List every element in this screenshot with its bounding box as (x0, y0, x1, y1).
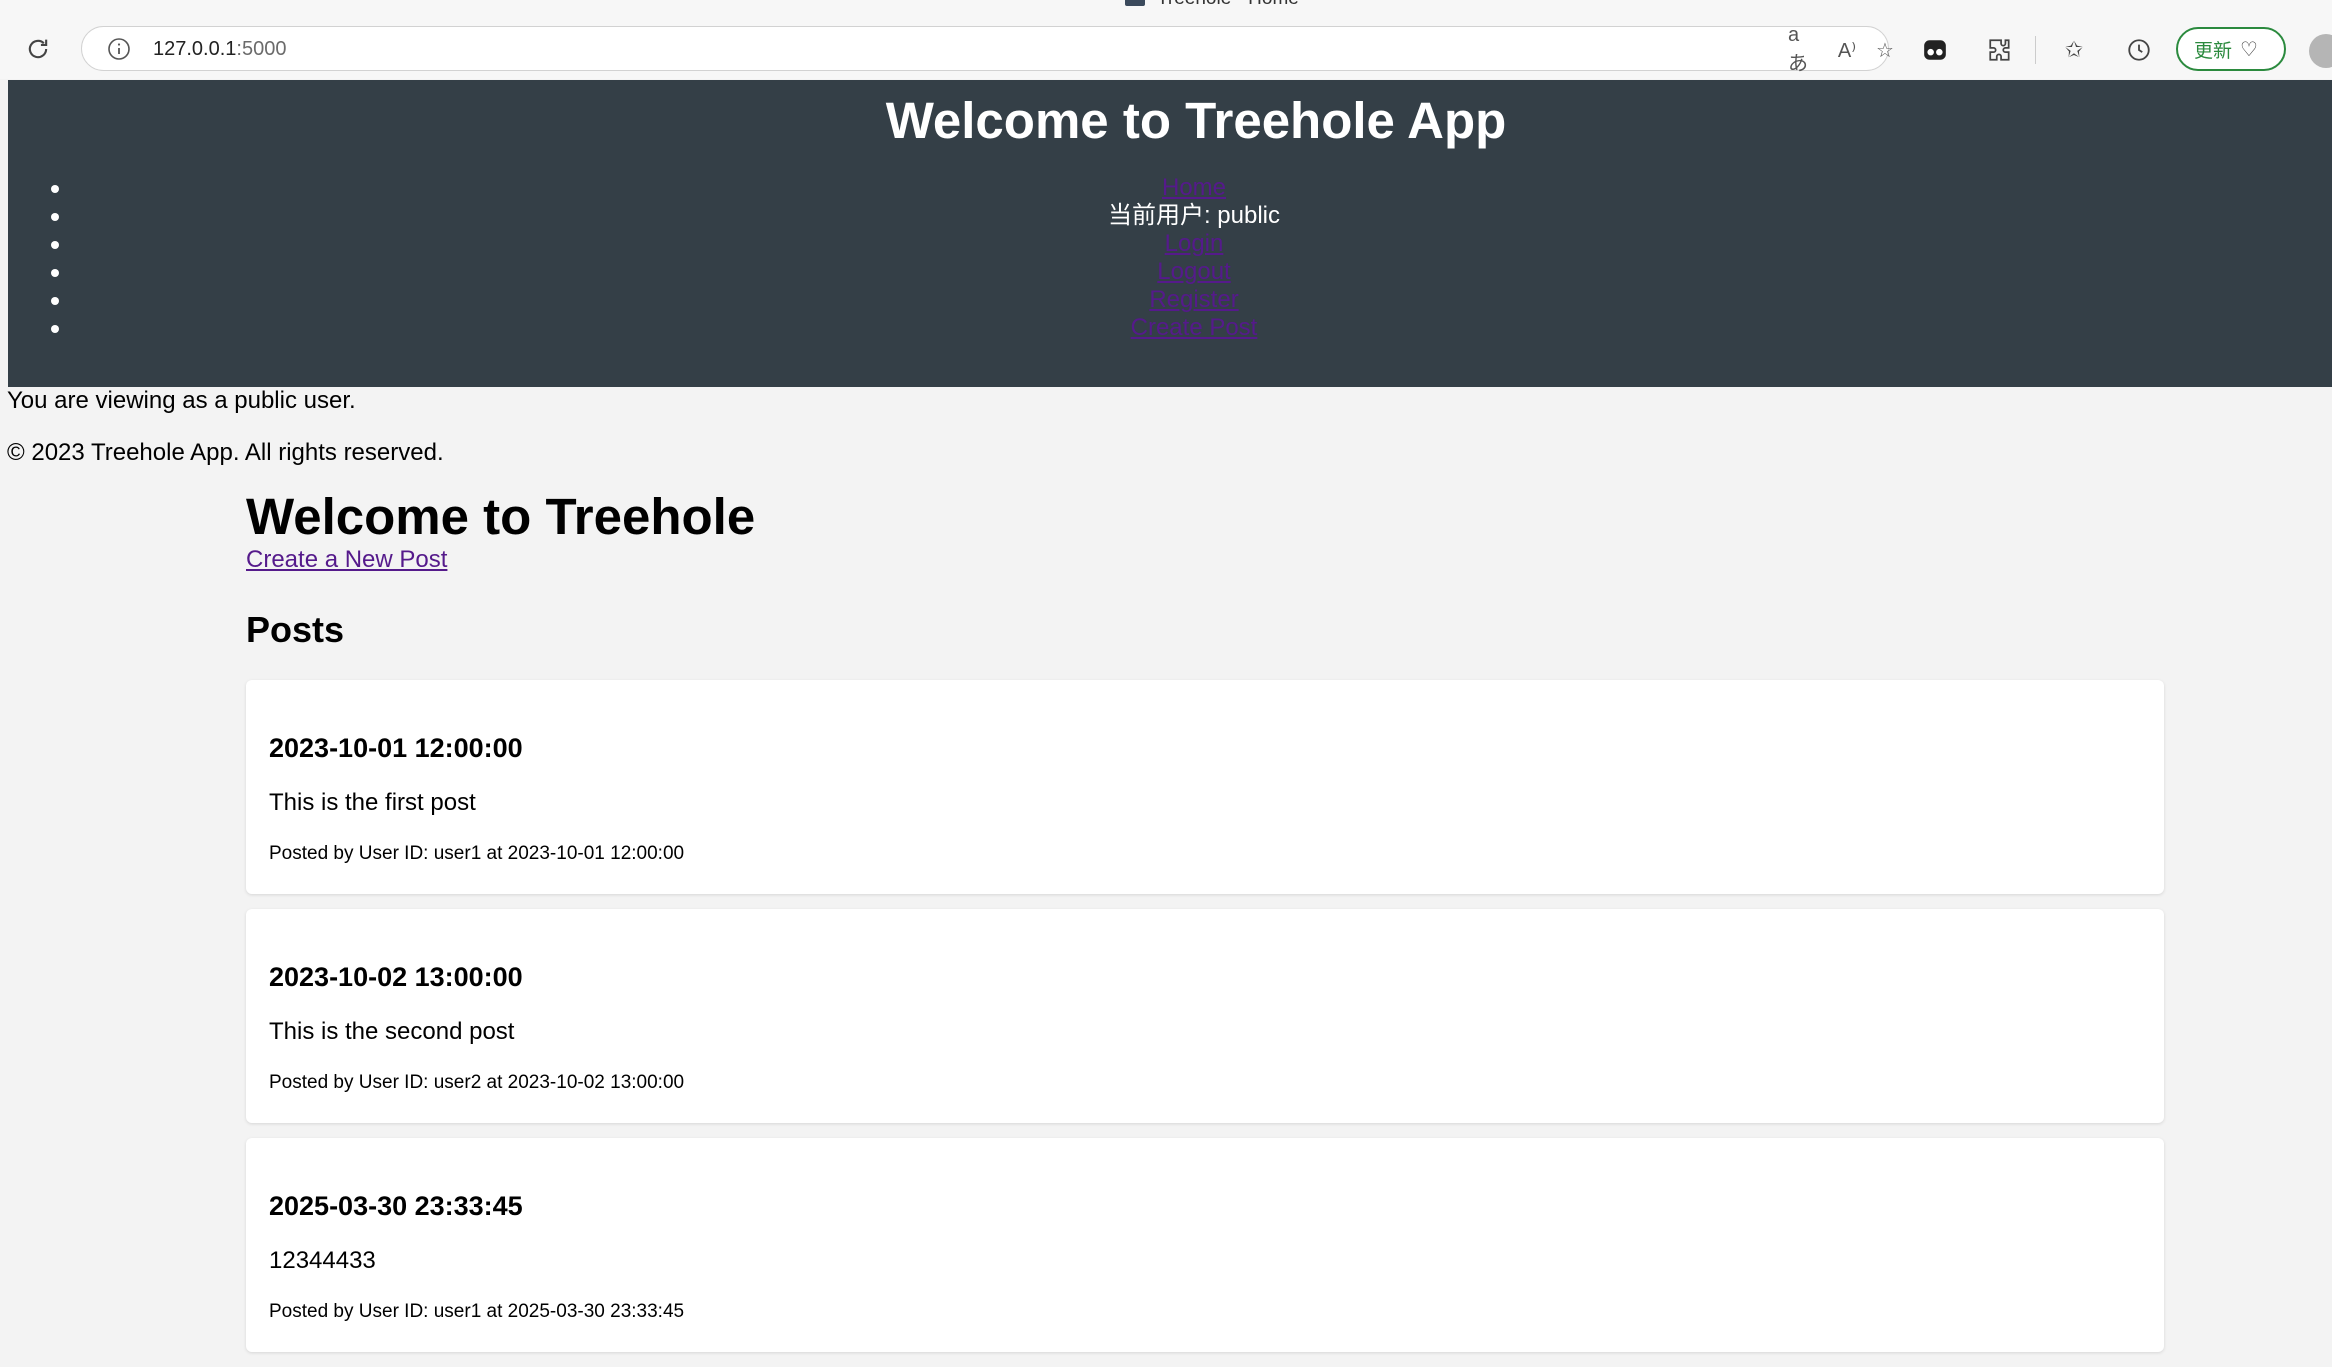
toolbar-divider (2035, 36, 2036, 64)
post-meta: Posted by User ID: user1 at 2025-03-30 2… (269, 1301, 685, 1322)
main-content: Welcome to Treehole Create a New Post Po… (246, 486, 2164, 1367)
read-aloud-icon[interactable]: A⁾ (1832, 35, 1862, 65)
nav-link-create-post[interactable]: Create Post (1131, 314, 1258, 341)
nav-item-logout: Logout (0, 258, 2332, 286)
post-date: 2025-03-30 23:33:45 (269, 1191, 523, 1221)
post-card: 2025-03-30 23:33:45 12344433 Posted by U… (246, 1138, 2164, 1352)
update-button[interactable]: 更新 ♡ (2176, 27, 2286, 71)
history-icon[interactable] (2122, 33, 2156, 67)
translate-icon[interactable]: aあ (1788, 24, 1818, 75)
nav-item-home: Home (0, 174, 2332, 202)
update-label: 更新 (2194, 40, 2233, 62)
nav-item-register: Register (0, 286, 2332, 314)
nav-item-login: Login (0, 230, 2332, 258)
profile-avatar[interactable] (2309, 34, 2332, 68)
nav-link-logout[interactable]: Logout (1157, 258, 1230, 285)
reload-icon[interactable] (22, 33, 54, 65)
current-user-label: 当前用户: public (1107, 202, 1281, 229)
nav-link-login[interactable]: Login (1165, 230, 1224, 257)
site-title: Welcome to Treehole App (885, 92, 1507, 149)
posts-heading: Posts (246, 609, 345, 650)
browser-tab[interactable]: Treehole - Home (1125, 0, 1299, 9)
create-post-link[interactable]: Create a New Post (246, 546, 2164, 574)
tab-title: Treehole - Home (1157, 0, 1299, 9)
post-body: This is the second post (269, 1018, 515, 1045)
nav-link-home[interactable]: Home (1162, 174, 1226, 201)
public-user-notice: You are viewing as a public user. (7, 387, 356, 414)
url-text[interactable]: 127.0.0.1:5000 (153, 38, 286, 61)
post-meta: Posted by User ID: user2 at 2023-10-02 1… (269, 1072, 685, 1093)
extension-app-icon[interactable] (1918, 33, 1952, 67)
nav-link-register[interactable]: Register (1149, 286, 1238, 313)
post-body: 12344433 (269, 1247, 376, 1274)
post-meta: Posted by User ID: user1 at 2023-10-01 1… (269, 843, 685, 864)
post-body: This is the first post (269, 789, 476, 816)
main-nav: Home 当前用户: public Login Logout Register … (8, 174, 2332, 342)
nav-item-current-user: 当前用户: public (0, 202, 2332, 230)
post-card: 2023-10-01 12:00:00 This is the first po… (246, 680, 2164, 894)
post-card: 2023-10-02 13:00:00 This is the second p… (246, 909, 2164, 1123)
copyright-text: © 2023 Treehole App. All rights reserved… (7, 439, 444, 466)
heart-pulse-icon: ♡ (2240, 38, 2258, 61)
favorite-star-icon[interactable]: ☆ (1870, 35, 1900, 65)
browser-toolbar: Treehole - Home 127.0.0.1:5000 aあ A⁾ ☆ ✩… (0, 0, 2332, 79)
extensions-puzzle-icon[interactable] (1983, 33, 2017, 67)
post-date: 2023-10-02 13:00:00 (269, 962, 523, 992)
posts-list: 2023-10-01 12:00:00 This is the first po… (246, 680, 2164, 1352)
favicon-icon (1125, 0, 1145, 6)
nav-item-create-post: Create Post (0, 314, 2332, 342)
favorites-icon[interactable]: ✩ (2057, 33, 2091, 67)
site-info-icon[interactable] (106, 36, 132, 62)
site-header: Welcome to Treehole App Home 当前用户: publi… (8, 80, 2332, 387)
post-date: 2023-10-01 12:00:00 (269, 733, 523, 763)
address-bar[interactable]: 127.0.0.1:5000 aあ A⁾ ☆ (81, 24, 1894, 75)
page-title: Welcome to Treehole (246, 488, 756, 545)
